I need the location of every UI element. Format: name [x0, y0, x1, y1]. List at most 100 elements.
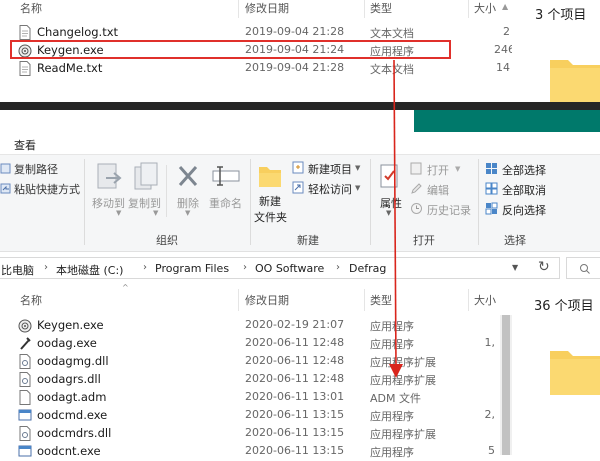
- file-row[interactable]: ReadMe.txt 2019-09-04 21:28 文本文档 14: [0, 60, 512, 78]
- file-type: 应用程序: [370, 446, 414, 459]
- address-bar[interactable]: 比电脑 › 本地磁盘 (C:) › Program Files › OO Sof…: [0, 257, 560, 279]
- move-to-icon: [97, 163, 122, 189]
- breadcrumb-separator-icon[interactable]: ›: [143, 262, 147, 273]
- new-folder-button-line2: 文件夹: [254, 211, 287, 224]
- column-header-type[interactable]: 类型: [370, 0, 392, 16]
- organize-group-label: 组织: [156, 234, 178, 247]
- select-group-label: 选择: [504, 234, 526, 247]
- file-date: 2019-09-04 21:28: [245, 61, 345, 74]
- file-row[interactable]: oodagrs.dll 2020-06-11 12:48 应用程序扩展: [0, 371, 500, 389]
- chevron-down-icon: ▼: [185, 209, 191, 217]
- file-type: 文本文档: [370, 63, 414, 76]
- chevron-down-icon: ▼: [355, 164, 361, 172]
- file-date: 2020-02-19 21:07: [245, 318, 345, 331]
- column-header-size[interactable]: 大小: [474, 292, 496, 308]
- breadcrumb-separator-icon[interactable]: ›: [44, 262, 48, 273]
- item-count: 36 个项目: [534, 299, 594, 314]
- column-header-date[interactable]: 修改日期: [245, 0, 289, 16]
- breadcrumb-separator-icon[interactable]: ›: [336, 262, 340, 273]
- folder-icon: [550, 60, 600, 102]
- edit-button[interactable]: 编辑: [427, 182, 449, 198]
- delete-icon: [178, 166, 198, 186]
- file-name: oodag.exe: [37, 336, 97, 350]
- keygen-highlight-box: [10, 40, 451, 59]
- file-type: 应用程序扩展: [370, 428, 436, 441]
- file-type: 应用程序: [370, 320, 414, 333]
- history-button[interactable]: 历史记录: [427, 202, 471, 218]
- file-name: Changelog.txt: [37, 25, 119, 39]
- file-size: 2: [503, 25, 510, 38]
- column-header-type[interactable]: 类型: [370, 292, 392, 308]
- address-dropdown-chevron-icon[interactable]: ▼: [512, 263, 518, 272]
- chevron-down-icon: ▼: [386, 209, 392, 217]
- breadcrumb-oo-software[interactable]: OO Software: [255, 262, 324, 275]
- file-name: oodcmdrs.dll: [37, 426, 112, 440]
- scrollbar-thumb[interactable]: [502, 315, 510, 455]
- refresh-icon[interactable]: ↻: [538, 259, 550, 275]
- text-file-icon: [19, 25, 31, 40]
- sort-chevron-up-icon: ^: [122, 283, 129, 292]
- search-box[interactable]: [566, 257, 600, 279]
- invert-selection-button[interactable]: 反向选择: [502, 202, 546, 218]
- exe-app-icon: [18, 319, 32, 333]
- new-item-button[interactable]: 新建项目: [308, 161, 352, 177]
- easy-access-button[interactable]: 轻松访问: [308, 181, 352, 197]
- column-header-name[interactable]: 名称: [20, 292, 42, 308]
- select-none-button[interactable]: 全部取消: [502, 182, 546, 198]
- breadcrumb-local-disk[interactable]: 本地磁盘 (C:): [56, 262, 123, 278]
- dll-file-icon: [19, 354, 31, 369]
- file-row[interactable]: oodcmd.exe 2020-06-11 13:15 应用程序 2,: [0, 407, 500, 425]
- file-name: oodcnt.exe: [37, 444, 101, 458]
- file-row[interactable]: oodcmdrs.dll 2020-06-11 13:15 应用程序扩展: [0, 425, 500, 443]
- chevron-down-icon: ▼: [153, 209, 159, 217]
- paste-shortcut-button[interactable]: 粘贴快捷方式: [14, 181, 80, 197]
- top-details-pane: 3 个项目: [512, 0, 600, 102]
- breadcrumb-this-pc[interactable]: 比电脑: [1, 262, 34, 278]
- file-size: 1,: [484, 336, 496, 349]
- file-name: oodagrs.dll: [37, 372, 101, 386]
- file-row[interactable]: oodcnt.exe 2020-06-11 13:15 应用程序 5: [0, 443, 500, 461]
- vertical-scrollbar[interactable]: [500, 315, 512, 455]
- file-size: 2,: [484, 408, 496, 421]
- new-folder-button[interactable]: 新建: [259, 193, 281, 209]
- breadcrumb-defrag[interactable]: Defrag: [349, 262, 386, 275]
- new-group-label: 新建: [297, 234, 319, 247]
- address-row: 比电脑 › 本地磁盘 (C:) › Program Files › OO Sof…: [0, 252, 600, 285]
- dll-file-icon: [19, 426, 31, 441]
- file-type: 应用程序扩展: [370, 374, 436, 387]
- column-header-date[interactable]: 修改日期: [245, 292, 289, 308]
- history-icon: [411, 203, 422, 214]
- chevron-down-icon: ▼: [355, 184, 361, 192]
- file-name: oodagmg.dll: [37, 354, 109, 368]
- open-button[interactable]: 打开: [427, 162, 449, 178]
- file-name: ReadMe.txt: [37, 61, 103, 75]
- scroll-up-arrow[interactable]: ▲: [502, 2, 508, 11]
- column-header-name[interactable]: 名称: [20, 0, 42, 16]
- select-all-button[interactable]: 全部选择: [502, 162, 546, 178]
- file-row[interactable]: oodag.exe 2020-06-11 12:48 应用程序 1,: [0, 335, 500, 353]
- item-count: 3 个项目: [535, 8, 587, 23]
- dll-file-icon: [19, 372, 31, 387]
- rename-button[interactable]: 重命名: [209, 195, 242, 211]
- file-date: 2020-06-11 13:15: [245, 444, 345, 457]
- tab-view[interactable]: 查看: [14, 137, 36, 153]
- file-type: 应用程序: [370, 410, 414, 423]
- open-group-label: 打开: [413, 234, 435, 247]
- text-file-icon: [19, 61, 31, 76]
- file-row[interactable]: oodagmg.dll 2020-06-11 12:48 应用程序扩展: [0, 353, 500, 371]
- exe-window-icon: [18, 409, 32, 421]
- paste-shortcut-icon: [0, 183, 11, 194]
- file-row[interactable]: oodagt.adm 2020-06-11 13:01 ADM 文件: [0, 389, 500, 407]
- exe-window-icon: [18, 445, 32, 457]
- column-header-size[interactable]: 大小: [474, 0, 496, 16]
- file-size: 14: [496, 61, 510, 74]
- breadcrumb-program-files[interactable]: Program Files: [155, 262, 229, 275]
- file-row[interactable]: Keygen.exe 2020-02-19 21:07 应用程序: [0, 317, 500, 335]
- folder-icon: [550, 351, 600, 395]
- breadcrumb-separator-icon[interactable]: ›: [243, 262, 247, 273]
- chevron-down-icon: ▼: [116, 209, 122, 217]
- file-size: 246: [494, 43, 515, 56]
- window-separator: [0, 102, 600, 110]
- file-type: 应用程序: [370, 338, 414, 351]
- copy-path-button[interactable]: 复制路径: [14, 161, 58, 177]
